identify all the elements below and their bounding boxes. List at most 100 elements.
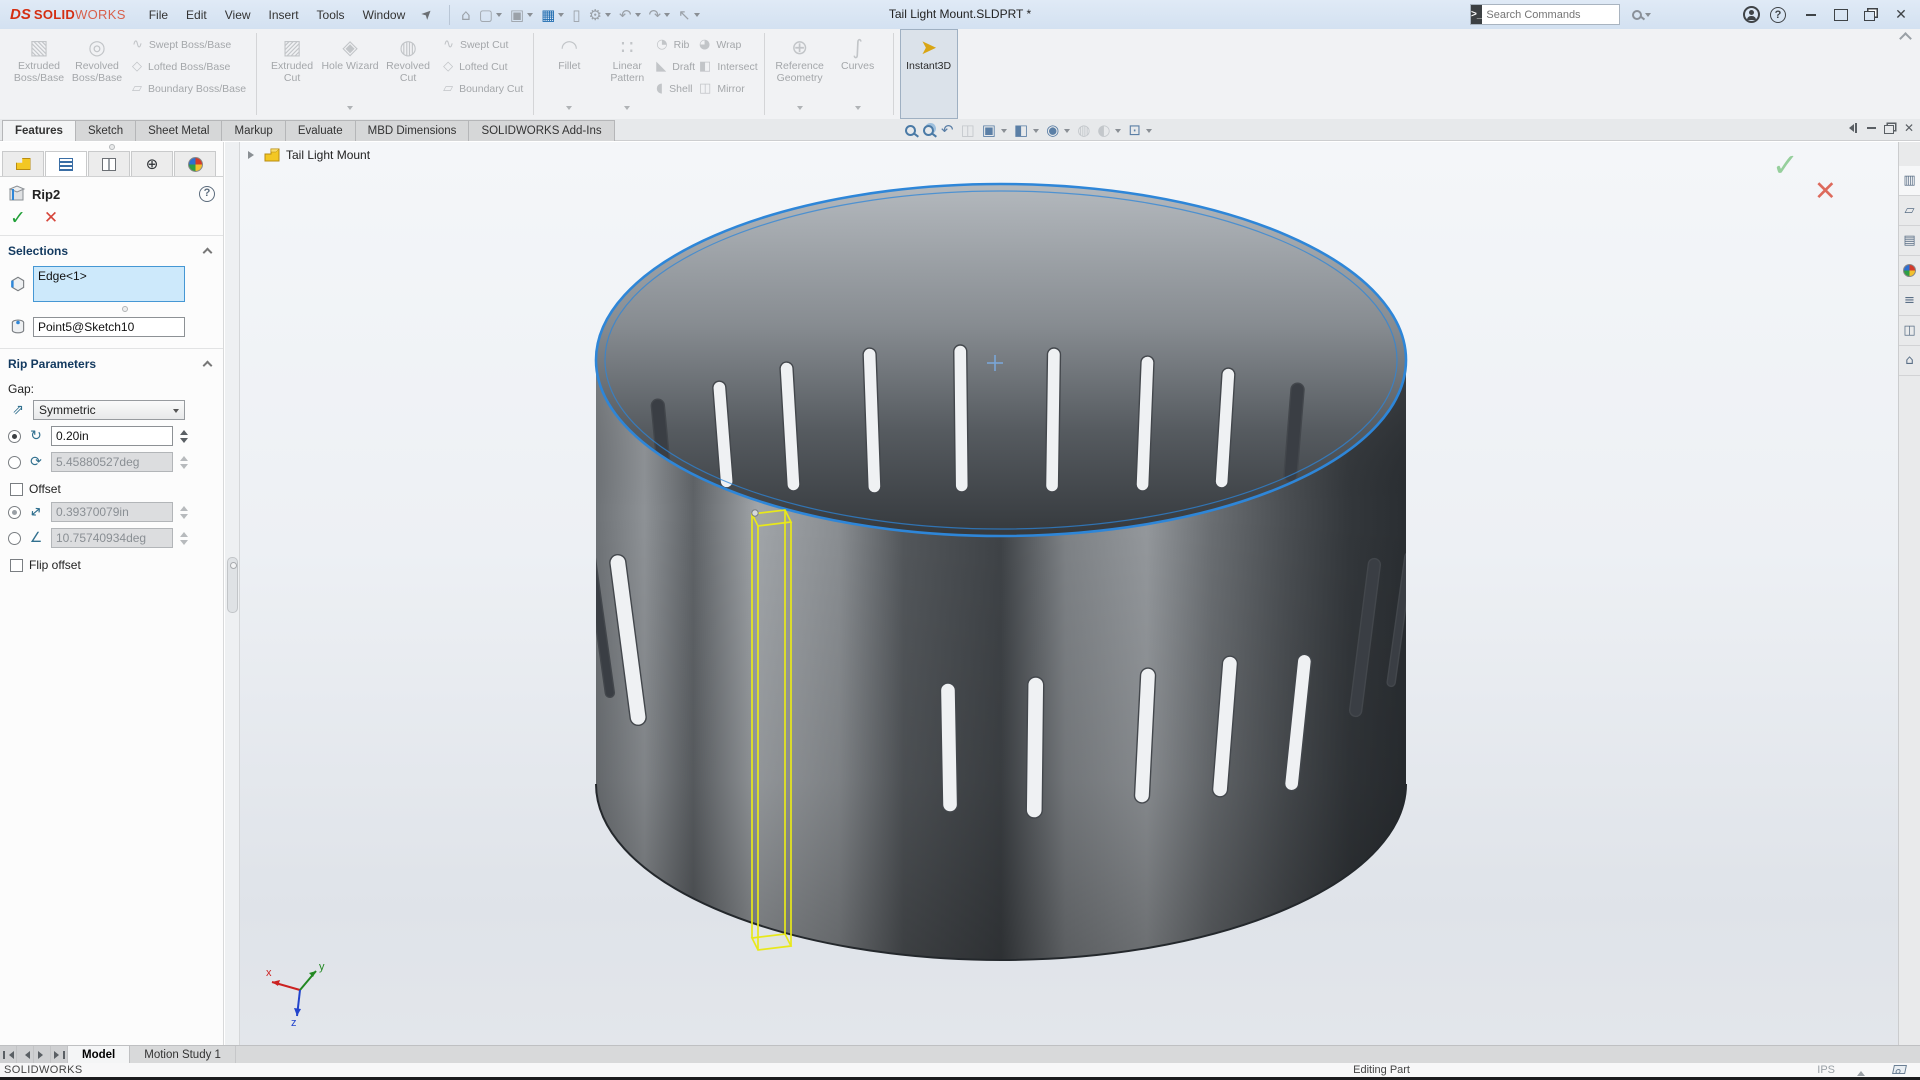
menu-tools[interactable]: Tools bbox=[308, 1, 354, 29]
dropdown-caret-icon[interactable] bbox=[605, 13, 611, 20]
offset-checkbox[interactable] bbox=[10, 483, 23, 496]
select-arrow-button[interactable]: ↖ bbox=[675, 4, 703, 26]
units-indicator[interactable]: IPS bbox=[1817, 1064, 1835, 1076]
home-button[interactable]: ⌂ bbox=[458, 4, 474, 26]
gap-distance-radio[interactable] bbox=[8, 430, 21, 443]
fillet-button[interactable]: ◠Fillet bbox=[540, 29, 598, 119]
shell-button[interactable]: ◖Shell bbox=[656, 81, 695, 96]
graphics-viewport[interactable]: Tail Light Mount ✓ ✕ bbox=[240, 142, 1898, 1045]
model-3d-view[interactable]: x y z bbox=[240, 142, 1898, 1045]
tab-evaluate[interactable]: Evaluate bbox=[285, 120, 356, 141]
curves-button[interactable]: ∫Curves bbox=[829, 29, 887, 119]
menu-edit[interactable]: Edit bbox=[177, 1, 216, 29]
point-selection-field[interactable]: Point5@Sketch10 bbox=[33, 317, 185, 337]
offset-distance-spinner[interactable] bbox=[180, 506, 188, 519]
gap-distance-spinner[interactable] bbox=[180, 430, 188, 443]
dropdown-caret-icon[interactable] bbox=[694, 13, 700, 20]
offset-angle-spinner[interactable] bbox=[180, 532, 188, 545]
linear-pattern-button[interactable]: ∷Linear Pattern bbox=[598, 29, 656, 119]
tab-motion-study-1[interactable]: Motion Study 1 bbox=[130, 1046, 236, 1063]
panel-splitter[interactable] bbox=[225, 142, 240, 1045]
dropdown-caret-icon[interactable] bbox=[558, 13, 564, 20]
tab-mbd-dimensions[interactable]: MBD Dimensions bbox=[355, 120, 470, 141]
previous-view-button[interactable]: ↶ bbox=[941, 122, 954, 138]
gap-type-select[interactable]: Symmetric bbox=[33, 400, 185, 420]
search-dropdown-caret-icon[interactable] bbox=[1645, 13, 1651, 20]
splitter-grip[interactable] bbox=[227, 557, 238, 613]
boundary-boss-base-button[interactable]: ▱Boundary Boss/Base bbox=[132, 81, 246, 96]
close-button[interactable]: ✕ bbox=[1888, 4, 1914, 26]
dropdown-caret-icon[interactable] bbox=[347, 106, 353, 113]
tab-sheet-metal[interactable]: Sheet Metal bbox=[135, 120, 222, 141]
confirm-cancel-icon[interactable]: ✕ bbox=[1814, 176, 1837, 207]
swept-boss-base-button[interactable]: ∿Swept Boss/Base bbox=[132, 37, 246, 52]
doc-close-button[interactable]: ✕ bbox=[1904, 121, 1914, 135]
listbox-resize-handle[interactable] bbox=[0, 305, 223, 314]
intersect-button[interactable]: ◧Intersect bbox=[699, 59, 758, 74]
offset-distance-input[interactable]: 0.39370079in bbox=[51, 502, 173, 522]
offset-angle-radio[interactable] bbox=[8, 532, 21, 545]
hole-wizard-button[interactable]: ◈Hole Wizard bbox=[321, 29, 379, 119]
confirm-ok-icon[interactable]: ✓ bbox=[1772, 146, 1799, 184]
instant3d-button[interactable]: ➤Instant3D bbox=[900, 29, 958, 119]
wrap-button[interactable]: ◕Wrap bbox=[699, 37, 758, 52]
collapse-chevron-icon[interactable] bbox=[203, 361, 213, 371]
mirror-button[interactable]: ◫Mirror bbox=[699, 81, 758, 96]
lofted-boss-base-button[interactable]: ◇Lofted Boss/Base bbox=[132, 59, 246, 74]
minimize-button[interactable] bbox=[1798, 4, 1824, 26]
dropdown-caret-icon[interactable] bbox=[624, 106, 630, 113]
extruded-boss-base-button[interactable]: ▧Extruded Boss/Base bbox=[10, 29, 68, 119]
print-button[interactable]: ▯ bbox=[569, 4, 583, 26]
ok-check-button[interactable]: ✓ bbox=[10, 209, 26, 227]
view-palette-button[interactable]: ▤ bbox=[1899, 226, 1920, 256]
view-settings-button[interactable]: ⊡ bbox=[1128, 122, 1152, 138]
next-tab-button[interactable] bbox=[34, 1046, 51, 1063]
dropdown-caret-icon[interactable] bbox=[1146, 129, 1152, 136]
dropdown-caret-icon[interactable] bbox=[635, 13, 641, 20]
tab-markup[interactable]: Markup bbox=[221, 120, 285, 141]
view-orientation-button[interactable]: ▣ bbox=[982, 122, 1007, 138]
dropdown-caret-icon[interactable] bbox=[1115, 129, 1121, 136]
display-style-button[interactable]: ◧ bbox=[1014, 122, 1039, 138]
dock-button[interactable] bbox=[1828, 4, 1854, 26]
section-view-button[interactable]: ◫ bbox=[961, 122, 975, 138]
panel-drag-handle[interactable] bbox=[0, 142, 223, 151]
dropdown-caret-icon[interactable] bbox=[496, 13, 502, 20]
zoom-fit-button[interactable] bbox=[905, 125, 916, 136]
hide-show-items-button[interactable]: ◉ bbox=[1046, 122, 1070, 138]
swept-cut-button[interactable]: ∿Swept Cut bbox=[443, 37, 523, 52]
gap-angle-spinner[interactable] bbox=[180, 456, 188, 469]
gap-angle-input[interactable]: 5.45880527deg bbox=[51, 452, 173, 472]
zoom-area-button[interactable] bbox=[923, 125, 934, 136]
dropdown-caret-icon[interactable] bbox=[1033, 129, 1039, 136]
collapse-pane-icon[interactable] bbox=[1845, 123, 1857, 133]
gap-distance-input[interactable]: 0.20in bbox=[51, 426, 173, 446]
account-icon[interactable] bbox=[1743, 6, 1760, 23]
selections-section-header[interactable]: Selections bbox=[0, 236, 223, 263]
gap-angle-radio[interactable] bbox=[8, 456, 21, 469]
rib-button[interactable]: ◔Rib bbox=[656, 37, 695, 52]
dropdown-caret-icon[interactable] bbox=[797, 106, 803, 113]
appearances-button[interactable] bbox=[1899, 256, 1920, 286]
dropdown-caret-icon[interactable] bbox=[664, 13, 670, 20]
units-caret-icon[interactable] bbox=[1857, 1067, 1865, 1076]
propertymanager-tab-tab[interactable] bbox=[45, 151, 87, 176]
menu-view[interactable]: View bbox=[216, 1, 260, 29]
file-explorer-button[interactable]: ▱ bbox=[1899, 196, 1920, 226]
dropdown-caret-icon[interactable] bbox=[1064, 129, 1070, 136]
last-tab-button[interactable] bbox=[51, 1046, 68, 1063]
extruded-cut-button[interactable]: ▨Extruded Cut bbox=[263, 29, 321, 119]
expand-tree-arrow-icon[interactable] bbox=[248, 151, 258, 159]
menu-file[interactable]: File bbox=[140, 1, 177, 29]
flip-offset-checkbox[interactable] bbox=[10, 559, 23, 572]
doc-restore-button[interactable] bbox=[1886, 123, 1894, 134]
offset-angle-input[interactable]: 10.75740934deg bbox=[51, 528, 173, 548]
feature-tree-breadcrumb[interactable]: Tail Light Mount bbox=[248, 148, 370, 162]
rip-parameters-section-header[interactable]: Rip Parameters bbox=[0, 349, 223, 376]
edit-appearance-button[interactable]: ◍ bbox=[1077, 122, 1090, 138]
dropdown-caret-icon[interactable] bbox=[855, 106, 861, 113]
new-document-button[interactable]: ▢ bbox=[476, 4, 505, 26]
featuremanager-tab-tab[interactable] bbox=[2, 151, 44, 176]
search-input[interactable] bbox=[1482, 9, 1632, 21]
draft-button[interactable]: ◣Draft bbox=[656, 59, 695, 74]
